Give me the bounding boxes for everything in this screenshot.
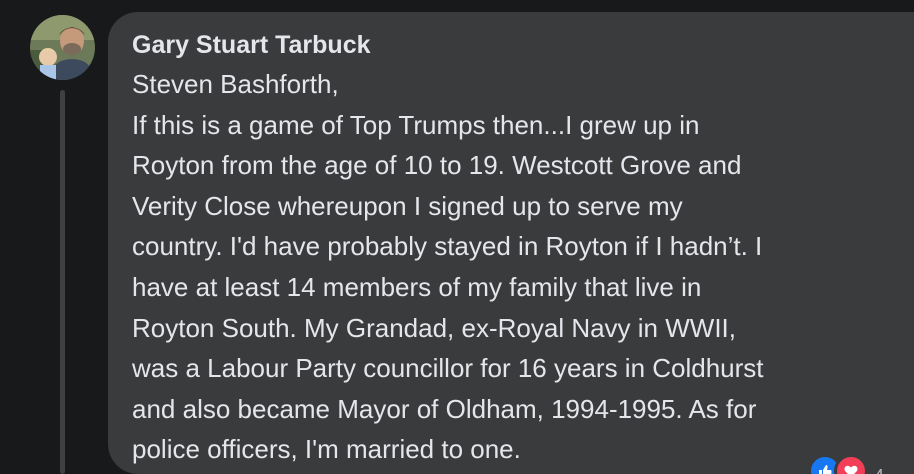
avatar-photo <box>30 15 95 80</box>
comment-author-name[interactable]: Gary Stuart Tarbuck <box>132 28 890 62</box>
comment-line: was a Labour Party councillor for 16 yea… <box>132 353 764 384</box>
comment-line: Verity Close whereupon I signed up to se… <box>132 190 683 221</box>
love-icon <box>834 454 868 474</box>
comment-line: country. I'd have probably stayed in Roy… <box>132 231 763 262</box>
comment-thread: Gary Stuart Tarbuck Steven Bashforth, If… <box>0 0 914 474</box>
comment-body: Steven Bashforth, If this is a game of T… <box>132 64 890 470</box>
reaction-summary[interactable]: 4 <box>808 454 884 474</box>
comment-line: and also became Mayor of Oldham, 1994-19… <box>132 393 757 424</box>
avatar[interactable] <box>30 15 95 80</box>
comment-line: Royton from the age of 10 to 19. Westcot… <box>132 150 742 181</box>
reaction-count: 4 <box>874 466 884 474</box>
comment-line: If this is a game of Top Trumps then...I… <box>132 109 700 140</box>
comment-bubble: Gary Stuart Tarbuck Steven Bashforth, If… <box>108 12 914 474</box>
comment-line: police officers, I'm married to one. <box>132 434 521 465</box>
comment-line: Royton South. My Grandad, ex-Royal Navy … <box>132 312 736 343</box>
comment-line: Steven Bashforth, <box>132 69 339 99</box>
thread-connector-line <box>60 90 65 474</box>
comment-line: have at least 14 members of my family th… <box>132 271 702 302</box>
